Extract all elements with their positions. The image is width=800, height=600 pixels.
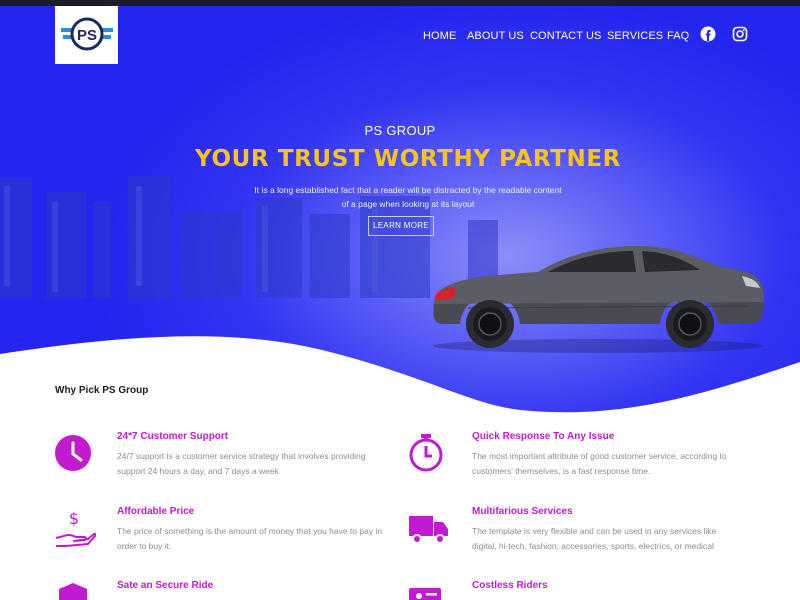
nav-contact-us[interactable]: CONTACT US: [530, 30, 602, 42]
facebook-icon[interactable]: [700, 26, 716, 42]
truck-icon: [408, 510, 450, 552]
nav-about-us[interactable]: ABOUT US: [467, 30, 524, 42]
hero-title: YOUR TRUST WORTHY PARTNER: [195, 146, 621, 172]
feature-title: Sate an Secure Ride: [117, 580, 214, 591]
features-section-title: Why Pick PS Group: [55, 385, 149, 396]
svg-text:$: $: [69, 509, 79, 528]
hero-section: PS HOME ABOUT US CONTACT US SERVICES FAQ…: [0, 6, 800, 416]
feature-title: Affordable Price: [117, 506, 195, 517]
feature-title: Quick Response To Any Issue: [472, 431, 615, 442]
stopwatch-icon: [407, 432, 449, 474]
learn-more-button[interactable]: LEARN MORE: [368, 216, 434, 236]
clock-icon: [54, 434, 96, 476]
hero-subtitle: PS GROUP: [364, 123, 436, 138]
nav-faq[interactable]: FAQ: [667, 30, 689, 42]
feature-description: The price of something is the amount of …: [117, 526, 383, 551]
instagram-icon[interactable]: [732, 26, 748, 42]
car-illustration: [433, 246, 764, 353]
feature-description: The template is very flexible and can be…: [472, 526, 717, 551]
shield-icon: [54, 582, 96, 600]
id-card-icon: [408, 586, 450, 600]
nav-home[interactable]: HOME: [423, 30, 456, 42]
nav-services[interactable]: SERVICES: [607, 30, 663, 42]
feature-title: Multifarious Services: [472, 506, 573, 517]
feature-description: The most important attribute of good cus…: [472, 451, 727, 476]
hero-description: It is a long established fact that a rea…: [254, 185, 562, 209]
main-nav: HOME ABOUT US CONTACT US SERVICES FAQ: [0, 26, 800, 54]
feature-title: Costless Riders: [472, 580, 548, 591]
feature-description: 24/7 support is a customer service strat…: [117, 451, 366, 476]
money-hand-icon: $: [54, 508, 97, 550]
feature-title: 24*7 Customer Support: [117, 431, 229, 442]
